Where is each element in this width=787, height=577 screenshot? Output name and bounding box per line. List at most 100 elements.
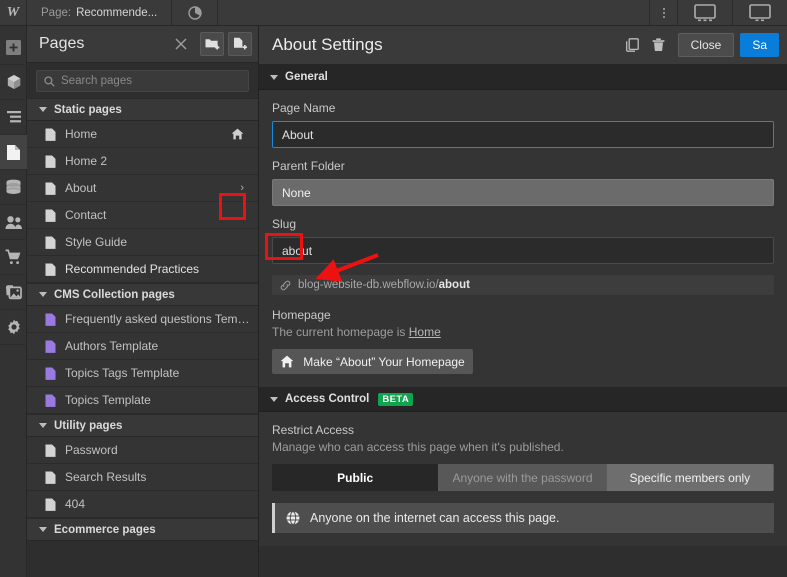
list-item-faq-template[interactable]: Frequently asked questions Templ... <box>27 306 258 333</box>
section-header-general[interactable]: General <box>259 65 787 90</box>
current-page-tab-label: Page: <box>41 6 72 19</box>
search-input[interactable]: Search pages <box>36 70 249 92</box>
page-name-label: Page Name <box>272 101 336 115</box>
page-title: About Settings <box>272 35 383 54</box>
rail-item-assets[interactable] <box>0 275 27 310</box>
list-item-search-results[interactable]: Search Results <box>27 464 258 491</box>
list-item-label: 404 <box>65 497 86 511</box>
current-page-tab[interactable]: Page: Recommende... <box>27 0 173 25</box>
make-homepage-button[interactable]: Make “About” Your Homepage <box>272 349 473 374</box>
cms-page-icon <box>45 313 56 326</box>
tab-public[interactable]: Public <box>272 464 440 491</box>
pages-group-label: Static pages <box>54 103 122 116</box>
cms-page-icon <box>45 367 56 380</box>
desktop-wide-viewport-button[interactable] <box>732 0 787 25</box>
make-homepage-label: Make “About” Your Homepage <box>303 354 465 369</box>
list-item-home[interactable]: Home <box>27 121 258 148</box>
new-page-button[interactable] <box>228 32 252 56</box>
close-button[interactable]: Close <box>677 33 735 57</box>
rail-item-components[interactable] <box>0 65 27 100</box>
pages-group-static-pages[interactable]: Static pages <box>27 98 258 121</box>
people-icon <box>5 215 22 229</box>
desktop-viewport-icon <box>694 3 716 21</box>
chevron-down-icon <box>39 423 47 428</box>
list-item-label: Recommended Practices <box>65 262 200 276</box>
list-item-password[interactable]: Password <box>27 437 258 464</box>
chevron-down-icon <box>39 292 47 297</box>
chevron-down-icon <box>39 107 47 112</box>
chevron-down-icon <box>270 74 278 80</box>
trash-icon <box>652 38 665 51</box>
section-header-access-control[interactable]: Access Control BETA <box>259 387 787 412</box>
rail-item-ecommerce[interactable] <box>0 240 27 275</box>
list-item-label: Home <box>65 127 98 141</box>
image-stack-icon <box>6 285 22 300</box>
section-title: General <box>285 71 328 83</box>
rail-item-users[interactable] <box>0 205 27 240</box>
list-item-label: Password <box>65 443 118 457</box>
new-folder-button[interactable] <box>200 32 224 56</box>
list-item-about[interactable]: About › <box>27 175 258 202</box>
chevron-down-icon <box>39 527 47 532</box>
shopping-cart-icon <box>5 249 21 264</box>
webflow-logo-icon[interactable]: W <box>0 0 27 25</box>
page-settings-panel: About Settings Close Sa General Page Nam… <box>259 26 787 577</box>
homepage-description: The current homepage is Home <box>272 325 774 339</box>
list-item-authors-template[interactable]: Authors Template <box>27 333 258 360</box>
page-icon <box>45 498 56 511</box>
chevron-right-icon[interactable]: › <box>234 182 250 194</box>
rail-item-add-elements[interactable] <box>0 30 27 65</box>
tab-anyone-with-password[interactable]: Anyone with the password <box>439 464 607 491</box>
list-item-style-guide[interactable]: Style Guide <box>27 229 258 256</box>
list-item-404[interactable]: 404 <box>27 491 258 518</box>
page-icon <box>45 209 56 222</box>
list-item-label: Frequently asked questions Templ... <box>65 312 250 326</box>
parent-folder-select[interactable]: None <box>272 179 774 206</box>
chevron-down-icon <box>270 396 278 402</box>
desktop-viewport-button[interactable] <box>677 0 732 25</box>
page-icon <box>45 471 56 484</box>
cms-page-icon <box>45 340 56 353</box>
top-bar: W Page: Recommende... <box>0 0 787 26</box>
pages-group-utility-pages[interactable]: Utility pages <box>27 414 258 437</box>
rail-item-cms[interactable] <box>0 170 27 205</box>
pages-group-ecommerce-pages[interactable]: Ecommerce pages <box>27 518 258 541</box>
rail-item-settings[interactable] <box>0 310 27 345</box>
tab-specific-members-only[interactable]: Specific members only <box>606 464 774 491</box>
list-item-home-2[interactable]: Home 2 <box>27 148 258 175</box>
restrict-access-description: Manage who can access this page when it'… <box>272 440 564 454</box>
list-item-recommended-practices[interactable]: Recommended Practices <box>27 256 258 283</box>
list-item-contact[interactable]: Contact <box>27 202 258 229</box>
restrict-access-segmented-control: Public Anyone with the password Specific… <box>272 464 774 491</box>
home-icon <box>280 355 294 368</box>
pages-group-cms-collection-pages[interactable]: CMS Collection pages <box>27 283 258 306</box>
page-url-slug: about <box>438 279 470 291</box>
status-badge: BETA <box>378 392 414 406</box>
pages-panel: Pages Search pages Static pages Home Hom… <box>27 26 259 577</box>
pages-panel-title: Pages <box>39 35 85 52</box>
duplicate-page-button[interactable] <box>620 32 646 58</box>
rail-item-navigator[interactable] <box>0 100 27 135</box>
close-icon <box>175 38 187 50</box>
slug-label: Slug <box>272 217 297 231</box>
slug-field[interactable]: about <box>272 237 774 264</box>
homepage-description-text: The current homepage is <box>272 325 409 339</box>
parent-folder-label: Parent Folder <box>272 159 345 173</box>
page-icon <box>45 236 56 249</box>
more-options-button[interactable] <box>649 0 677 25</box>
duplicate-icon <box>626 38 639 52</box>
rail-item-pages[interactable] <box>0 135 27 170</box>
delete-page-button[interactable] <box>646 32 672 58</box>
restrict-access-label: Restrict Access <box>272 423 355 437</box>
homepage-link[interactable]: Home <box>409 325 441 339</box>
access-control-section-body: Restrict Access Manage who can access th… <box>259 412 787 546</box>
page-activity-tab[interactable] <box>172 0 219 25</box>
list-item-topics-tags-template[interactable]: Topics Tags Template <box>27 360 258 387</box>
list-item-topics-template[interactable]: Topics Template <box>27 387 258 414</box>
page-name-field[interactable]: About <box>272 121 774 148</box>
homepage-label: Homepage <box>272 308 331 322</box>
close-pages-panel-button[interactable] <box>170 33 192 55</box>
save-button[interactable]: Sa <box>740 33 779 57</box>
cms-page-icon <box>45 394 56 407</box>
